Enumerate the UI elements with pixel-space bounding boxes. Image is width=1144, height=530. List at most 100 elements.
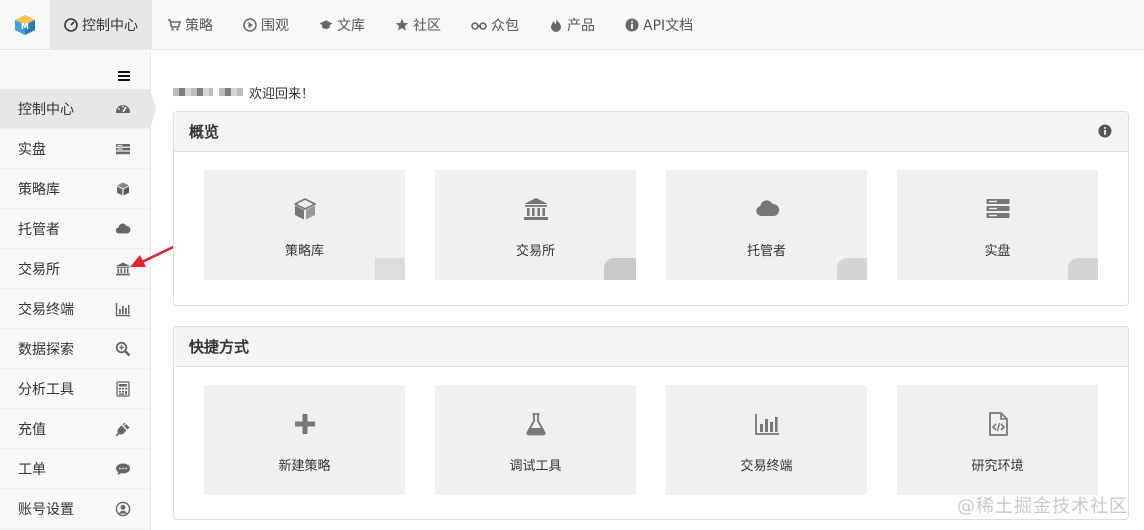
corner-badge <box>837 258 867 280</box>
bar-chart-icon <box>754 411 780 437</box>
cart-icon <box>167 18 181 32</box>
username-blurred <box>173 88 213 96</box>
fire-icon <box>549 18 563 32</box>
bar-chart-icon <box>115 301 131 317</box>
nav-label: 社区 <box>413 18 441 34</box>
nav-label: API文档 <box>643 18 694 34</box>
flask-icon <box>523 411 549 437</box>
nav-watch[interactable]: 围观 <box>228 0 304 50</box>
nav-library[interactable]: 文库 <box>304 0 380 50</box>
corner-badge <box>1068 258 1098 280</box>
nav-label: 文库 <box>337 18 365 34</box>
info-circle-icon[interactable] <box>1098 124 1112 138</box>
sidebar-item-dashboard[interactable]: 控制中心 <box>0 89 156 129</box>
sidebar-item-docker[interactable]: 托管者 <box>0 209 150 249</box>
nav-products[interactable]: 产品 <box>534 0 610 50</box>
nav-api-docs[interactable]: API文档 <box>610 0 708 50</box>
sidebar-item-data-explore[interactable]: 数据探索 <box>0 329 150 369</box>
watermark: @稀土掘金技术社区 <box>957 496 1128 517</box>
welcome-message: 欢迎回来！ <box>173 83 315 102</box>
tile-label: 交易终端 <box>740 459 793 474</box>
sidebar-item-strategy-library[interactable]: 策略库 <box>0 169 150 209</box>
comment-icon <box>115 461 131 477</box>
info-circle-icon <box>625 18 639 32</box>
sidebar-item-live-trading[interactable]: 实盘 <box>0 129 150 169</box>
sidebar-item-recharge[interactable]: 充值 <box>0 409 150 449</box>
nav-label: 众包 <box>491 18 519 34</box>
nav-strategy[interactable]: 策略 <box>152 0 228 50</box>
tile-research-env[interactable]: 研究环境 <box>897 385 1098 495</box>
sidebar-item-label: 分析工具 <box>18 381 74 398</box>
panel-title: 快捷方式 <box>189 338 250 356</box>
corner-badge <box>604 258 636 280</box>
tile-exchange[interactable]: 交易所 <box>435 170 636 280</box>
zoom-icon <box>115 341 131 357</box>
user-circle-icon <box>115 501 131 517</box>
tile-label: 交易所 <box>515 244 555 259</box>
sidebar-item-account-settings[interactable]: 账号设置 <box>0 489 150 529</box>
server-list-icon <box>115 141 131 157</box>
top-navbar: M 控制中心 策略 围观 文库 社区 众包 产品 API文档 <box>0 0 1144 50</box>
corner-badge <box>375 258 405 280</box>
nav-label: 控制中心 <box>82 18 138 34</box>
cloud-icon <box>115 221 131 237</box>
nav-label: 产品 <box>567 18 595 34</box>
cube-icon <box>115 181 131 197</box>
server-list-icon <box>985 196 1011 222</box>
tile-label: 调试工具 <box>509 459 562 474</box>
plug-icon <box>115 421 131 437</box>
username-blurred <box>219 88 243 96</box>
sidebar-item-tickets[interactable]: 工单 <box>0 449 150 489</box>
logo-icon: M <box>15 15 35 35</box>
tile-docker[interactable]: 托管者 <box>666 170 867 280</box>
nav-label: 策略 <box>185 18 213 34</box>
dashboard-icon <box>64 18 78 32</box>
tile-label: 实盘 <box>984 244 1011 259</box>
cloud-icon <box>754 196 780 222</box>
play-circle-icon <box>243 18 257 32</box>
sidebar-item-label: 数据探索 <box>18 341 74 358</box>
nav-label: 围观 <box>261 18 289 34</box>
tile-new-strategy[interactable]: 新建策略 <box>204 385 405 495</box>
sidebar-item-analysis-tools[interactable]: 分析工具 <box>0 369 150 409</box>
nav-crowdsource[interactable]: 众包 <box>456 0 534 50</box>
cube-icon <box>292 196 318 222</box>
sidebar-item-label: 充值 <box>18 421 46 438</box>
tile-label: 托管者 <box>746 244 786 259</box>
welcome-text: 欢迎回来！ <box>249 86 315 102</box>
sidebar-item-trading-terminal[interactable]: 交易终端 <box>0 289 150 329</box>
graduation-cap-icon <box>319 18 333 32</box>
svg-text:M: M <box>21 22 29 31</box>
sidebar-item-label: 交易所 <box>18 261 60 278</box>
sidebar-item-label: 账号设置 <box>18 501 74 518</box>
logo[interactable]: M <box>0 0 50 50</box>
bank-icon <box>115 261 131 277</box>
sidebar-item-label: 交易终端 <box>18 301 74 318</box>
dashboard-icon <box>115 101 131 117</box>
sidebar: 控制中心 实盘 策略库 托管者 交易所 交易终端 数据探索 分析工具 充值 工单… <box>0 51 156 530</box>
code-file-icon <box>985 411 1011 437</box>
calculator-icon <box>115 381 131 397</box>
sidebar-item-label: 控制中心 <box>18 101 74 118</box>
sidebar-item-exchange[interactable]: 交易所 <box>0 249 150 289</box>
overview-panel: 概览 策略库 交易所 托管者 实盘 <box>173 111 1129 306</box>
tile-live-trading[interactable]: 实盘 <box>897 170 1098 280</box>
shortcuts-panel-header: 快捷方式 <box>174 327 1128 367</box>
sidebar-item-label: 策略库 <box>18 181 60 198</box>
sidebar-menu: 控制中心 实盘 策略库 托管者 交易所 交易终端 数据探索 分析工具 充值 工单… <box>0 89 156 529</box>
panel-title: 概览 <box>189 123 220 141</box>
tile-label: 研究环境 <box>971 459 1024 474</box>
shortcuts-panel: 快捷方式 新建策略 调试工具 交易终端 研究环境 <box>173 326 1129 520</box>
tile-label: 策略库 <box>284 244 324 259</box>
plus-icon <box>292 411 318 437</box>
bank-icon <box>523 196 549 222</box>
tile-trading-terminal[interactable]: 交易终端 <box>666 385 867 495</box>
hamburger-menu-icon[interactable] <box>117 70 131 82</box>
tile-strategy-library[interactable]: 策略库 <box>204 170 405 280</box>
sidebar-item-label: 实盘 <box>18 141 46 158</box>
nav-community[interactable]: 社区 <box>380 0 456 50</box>
tile-debug-tool[interactable]: 调试工具 <box>435 385 636 495</box>
sidebar-item-label: 工单 <box>18 461 46 478</box>
nav-dashboard[interactable]: 控制中心 <box>50 0 152 50</box>
top-nav-menu: 控制中心 策略 围观 文库 社区 众包 产品 API文档 <box>50 0 708 50</box>
